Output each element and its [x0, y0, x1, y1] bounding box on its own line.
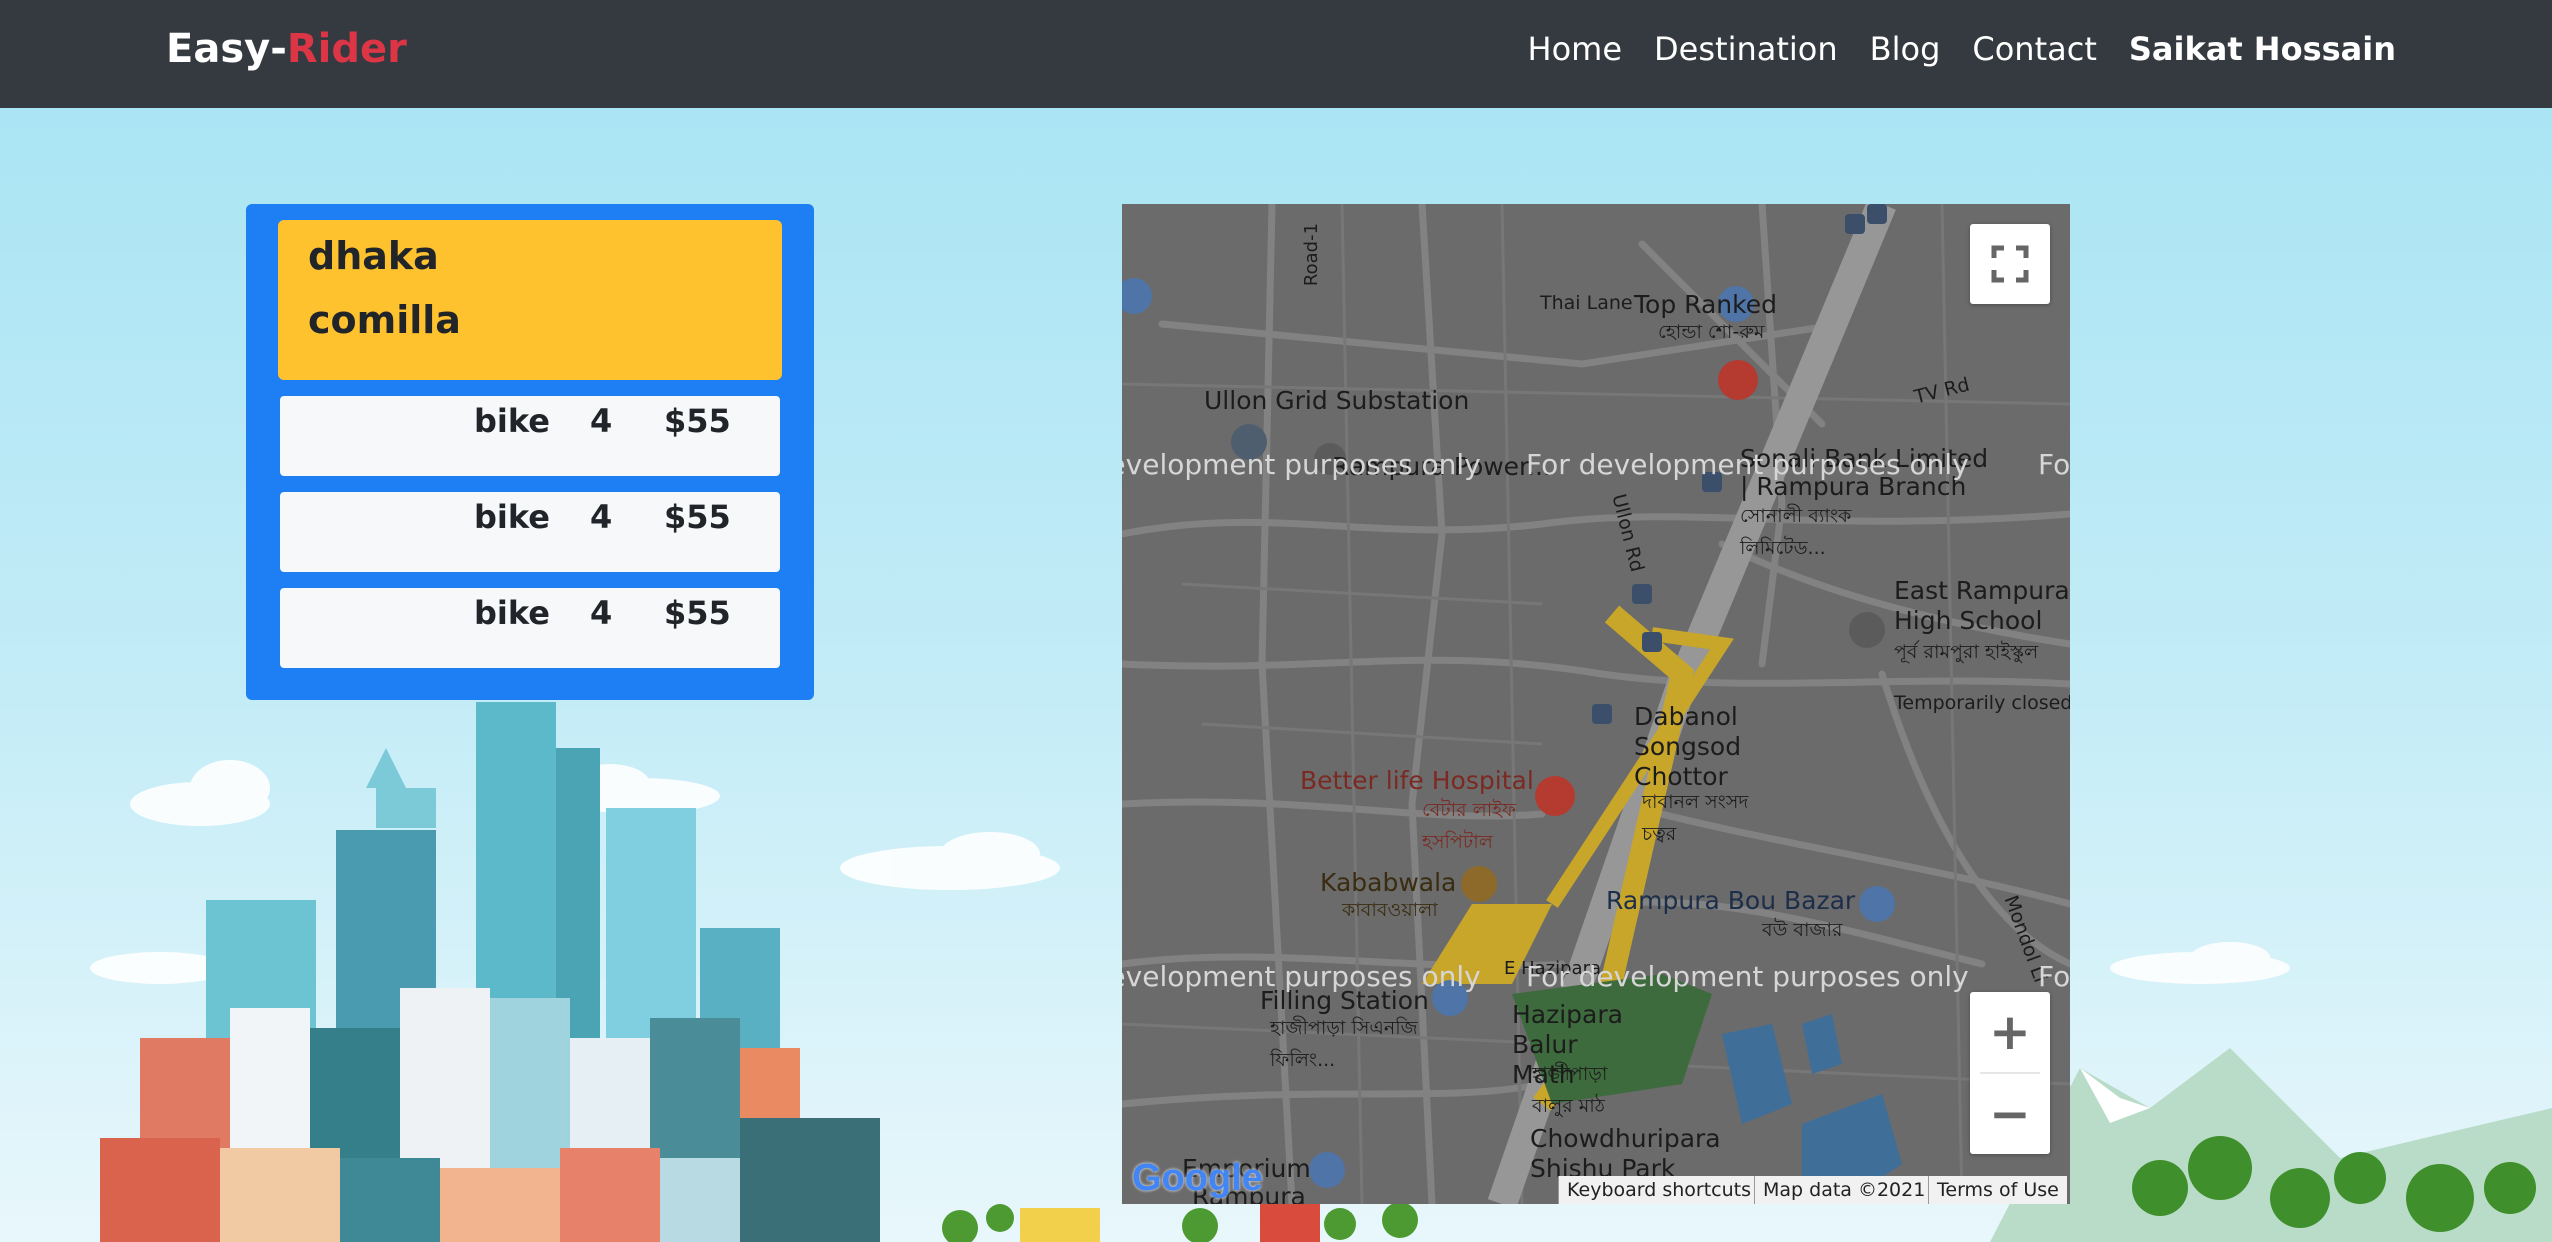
map-dev-watermark: For development purposes only: [1526, 960, 1969, 993]
ride-price: $55: [664, 498, 731, 536]
map-label-better-life: Better life Hospital: [1300, 766, 1534, 795]
map-label-kababwala: Kababwala: [1320, 868, 1457, 897]
map-label-rampura-bazar: Rampura Bou Bazar: [1606, 886, 1856, 915]
ride-seats: 4: [590, 402, 613, 440]
nav-user-name[interactable]: Saikat Hossain: [2129, 30, 2396, 68]
map-dev-watermark: For development purposes only: [1122, 448, 1481, 481]
terms-of-use-link[interactable]: Terms of Use: [1928, 1176, 2067, 1204]
map-label-dabanol: Dabanol Songsod Chottor: [1634, 702, 1742, 791]
brand-prefix: Easy-: [166, 26, 287, 72]
route-from: dhaka: [308, 234, 439, 278]
map-label-temporarily-closed: Temporarily closed: [1894, 692, 2070, 714]
ride-seats: 4: [590, 498, 613, 536]
ride-option[interactable]: bike 4 $55: [280, 492, 780, 572]
ride-price: $55: [664, 402, 731, 440]
ride-booking-panel: dhaka comilla bike 4 $55 bike 4 $55 bike…: [246, 204, 814, 700]
map-label-sonali-bn: সোনালী ব্যাংক লিমিটেড...: [1740, 505, 1852, 559]
map-label-rampura-bazar-bn: বউ বাজার: [1762, 919, 1843, 941]
ride-vehicle: bike: [474, 402, 550, 440]
map-label-better-life-bn: বেটার লাইফ হসপিটাল: [1422, 799, 1517, 853]
route-to: comilla: [308, 298, 461, 342]
fullscreen-button[interactable]: [1970, 224, 2050, 304]
brand-accent: Rider: [286, 26, 407, 72]
nav-menu: Home Destination Blog Contact Saikat Hos…: [1528, 30, 2396, 68]
nav-link-home[interactable]: Home: [1528, 30, 1623, 68]
city-background: dhaka comilla bike 4 $55 bike 4 $55 bike…: [0, 108, 2552, 1242]
map-dev-watermark: For development purposes only: [2038, 960, 2070, 993]
map-label-filling-bn: হাজীপাড়া সিএনজি ফিলিং...: [1270, 1017, 1418, 1071]
keyboard-shortcuts-link[interactable]: Keyboard shortcuts: [1558, 1176, 1760, 1204]
ride-option[interactable]: bike 4 $55: [280, 588, 780, 668]
ride-seats: 4: [590, 594, 613, 632]
map-label-east-rampura: East Rampura High School: [1894, 576, 2070, 635]
google-map[interactable]: Road-1 Thai Lane Top Ranked হোন্ডা শো-রু…: [1122, 204, 2070, 1204]
google-logo[interactable]: Google: [1132, 1157, 1263, 1200]
ride-price: $55: [664, 594, 731, 632]
map-dev-watermark: For development purposes only: [2038, 448, 2070, 481]
nav-link-blog[interactable]: Blog: [1870, 30, 1941, 68]
map-label-top-ranked: Top Ranked: [1634, 290, 1777, 319]
map-label-kababwala-bn: কাবাবওয়ালা: [1342, 899, 1438, 921]
map-label-thai-lane: Thai Lane: [1540, 292, 1633, 314]
map-label-chowdhuripara: Chowdhuripara Shishu Park: [1530, 1124, 1721, 1183]
zoom-in-button[interactable]: +: [1970, 992, 2050, 1072]
fullscreen-icon: [1991, 245, 2029, 283]
map-data-attribution: Map data ©2021: [1754, 1176, 1934, 1204]
map-dev-watermark: For development purposes only: [1526, 448, 1969, 481]
map-label-ullon-grid: Ullon Grid Substation: [1204, 386, 1470, 415]
top-navbar: Easy-Rider Home Destination Blog Contact…: [0, 0, 2552, 108]
route-summary: dhaka comilla: [278, 220, 782, 380]
map-label-top-ranked-bn: হোন্ডা শো-রুম: [1658, 321, 1765, 343]
ride-vehicle: bike: [474, 594, 550, 632]
ride-option[interactable]: bike 4 $55: [280, 396, 780, 476]
map-label-road1: Road-1: [1301, 222, 1323, 287]
ride-vehicle: bike: [474, 498, 550, 536]
zoom-controls: + −: [1970, 992, 2050, 1154]
map-label-dabanol-bn: দাবানল সংসদ চত্বর: [1642, 791, 1749, 845]
zoom-out-button[interactable]: −: [1970, 1074, 2050, 1154]
nav-link-contact[interactable]: Contact: [1972, 30, 2097, 68]
brand-logo[interactable]: Easy-Rider: [166, 26, 407, 72]
google-logo-text: Google: [1132, 1157, 1263, 1199]
map-label-east-rampura-bn: পূর্ব রামপুরা হাইস্কুল: [1894, 641, 2039, 663]
nav-link-destination[interactable]: Destination: [1654, 30, 1838, 68]
map-dev-watermark: For development purposes only: [1122, 960, 1481, 993]
map-label-hazipara-bn: হাজীপাড়া বালুর মাঠ: [1532, 1063, 1608, 1117]
